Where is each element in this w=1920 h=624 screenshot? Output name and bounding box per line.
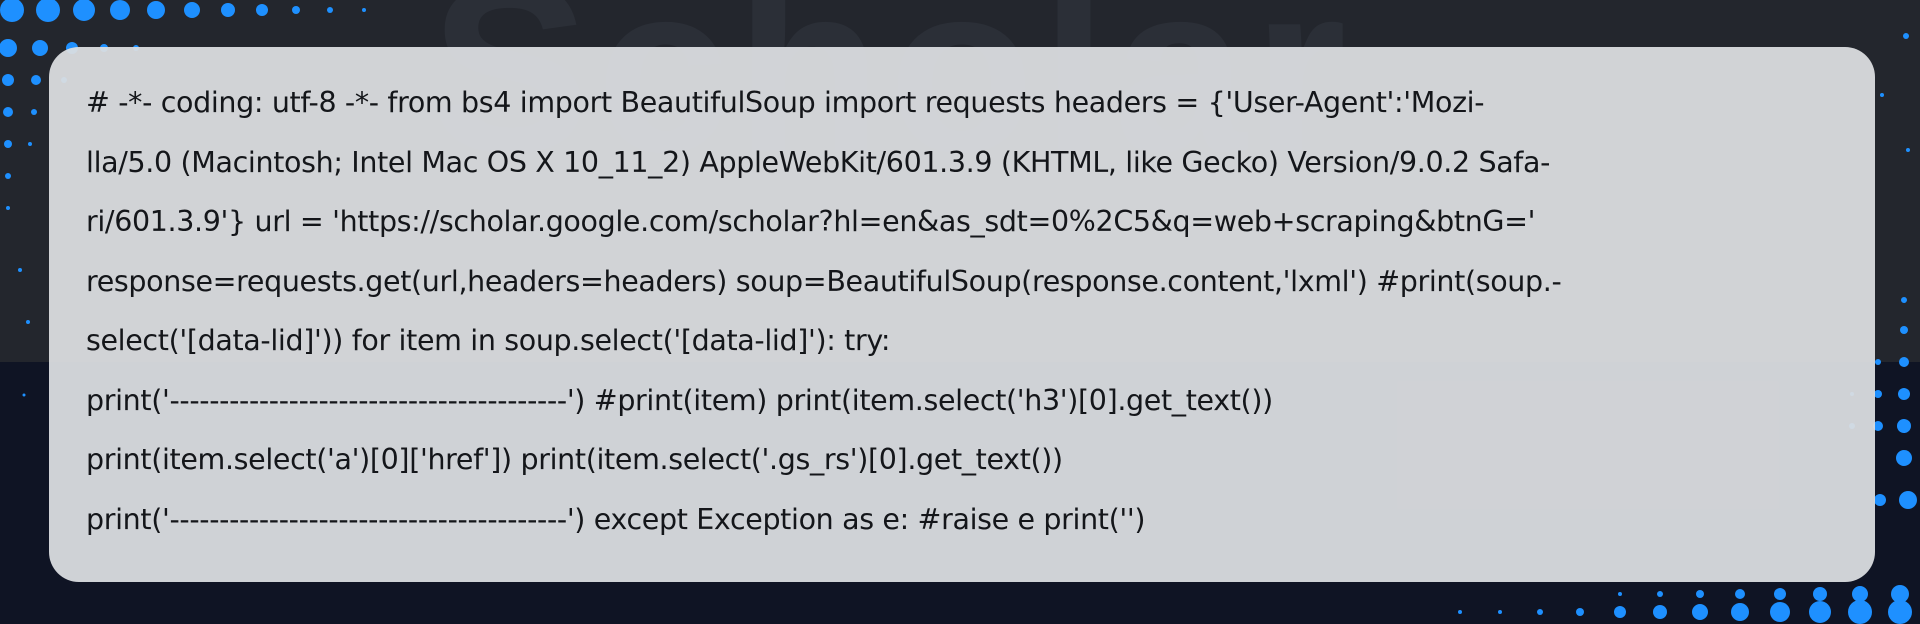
dots-bottom-right xyxy=(1458,585,1912,624)
code-line: response=requests.get(url,headers=header… xyxy=(86,264,1562,298)
code-line: print('---------------------------------… xyxy=(86,502,1146,536)
code-snippet-card: # -*- coding: utf-8 -*- from bs4 import … xyxy=(49,47,1875,582)
dots-top-right xyxy=(1880,33,1910,152)
dots-stray xyxy=(22,320,30,397)
code-line: # -*- coding: utf-8 -*- from bs4 import … xyxy=(86,86,1485,119)
code-line: lla/5.0 (Macintosh; Intel Mac OS X 10_11… xyxy=(86,145,1551,179)
code-line: print(item.select('a')[0]['href']) print… xyxy=(86,443,1063,476)
code-line: select('[data-lid]')) for item in soup.s… xyxy=(86,324,891,357)
code-line: print('---------------------------------… xyxy=(86,383,1273,417)
code-line: ri/601.3.9'} url = 'https://scholar.goog… xyxy=(86,205,1536,238)
